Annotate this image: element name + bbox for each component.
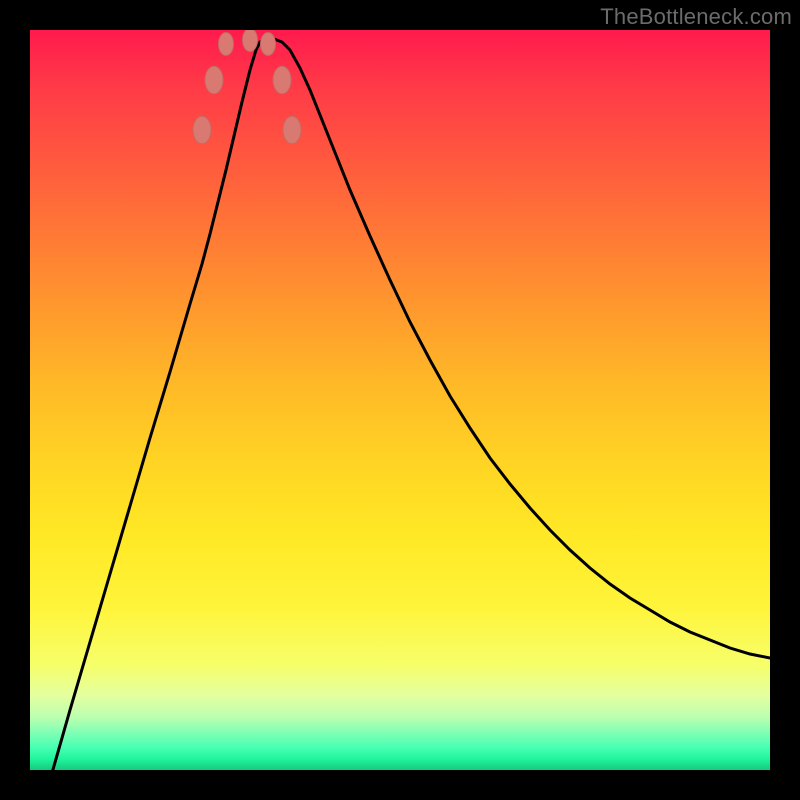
data-marker: [261, 33, 276, 56]
data-marker: [219, 33, 234, 56]
curve-layer: [30, 39, 770, 770]
data-marker: [283, 116, 301, 144]
chart-svg: [30, 30, 770, 770]
data-marker: [243, 30, 258, 52]
watermark-text: TheBottleneck.com: [600, 4, 792, 30]
data-marker: [193, 116, 211, 144]
bottleneck-curve: [30, 39, 770, 770]
data-marker: [273, 66, 291, 94]
plot-area: [30, 30, 770, 770]
data-marker: [205, 66, 223, 94]
chart-frame: TheBottleneck.com: [0, 0, 800, 800]
